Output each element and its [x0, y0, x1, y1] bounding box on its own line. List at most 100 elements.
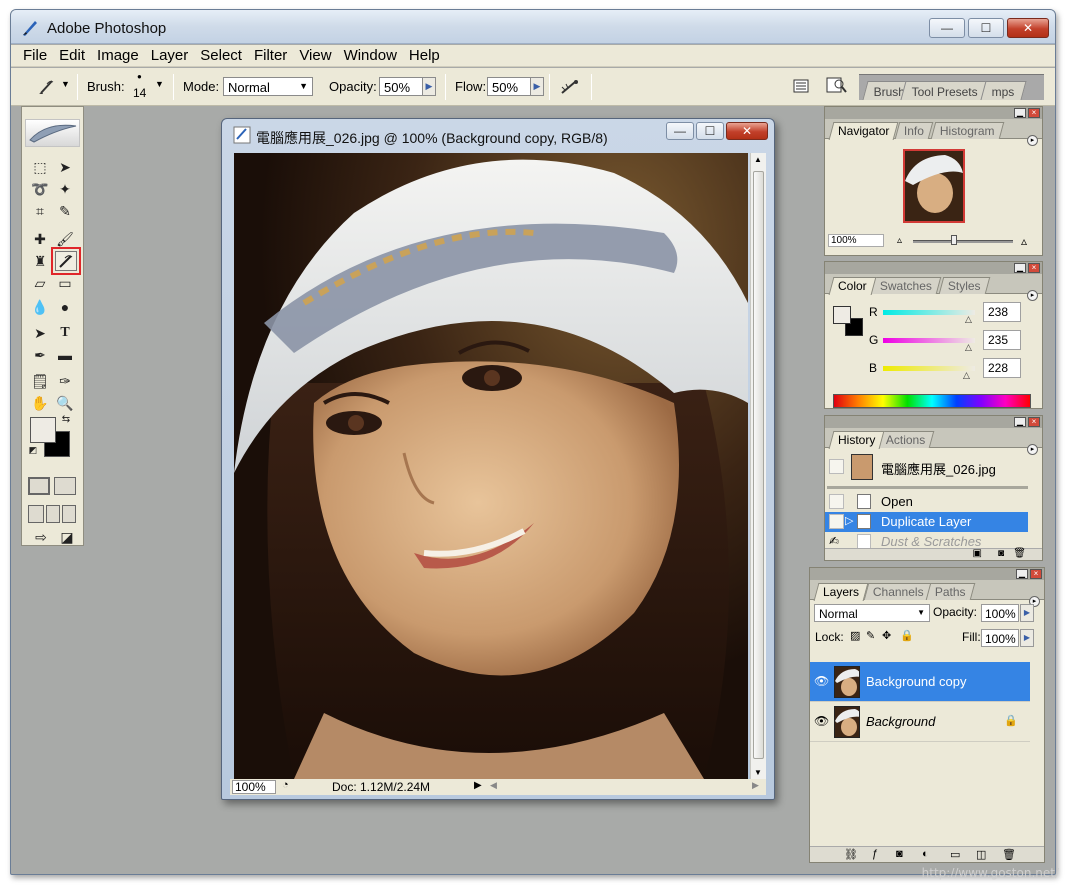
snapshot-source-checkbox[interactable] [829, 459, 844, 474]
slider-handle[interactable] [951, 235, 957, 245]
doc-close-button[interactable]: ✕ [726, 122, 768, 140]
layer-row-background-copy[interactable]: 👁 Background copy [810, 662, 1030, 702]
palette-close-icon[interactable]: × [1028, 108, 1040, 118]
navigator-zoom-slider[interactable] [913, 235, 1013, 245]
swap-colors-icon[interactable]: ⇆ [60, 413, 72, 425]
hscroll-right-arrow-icon[interactable]: ▶ [752, 780, 759, 791]
navigator-zoom-field[interactable]: 100% [828, 234, 884, 247]
vertical-scrollbar[interactable]: ▲ ▼ [750, 153, 766, 779]
new-layer-icon[interactable]: ◫ [976, 848, 986, 861]
tab-color[interactable]: Color [828, 277, 877, 295]
maximize-button[interactable]: ☐ [968, 18, 1004, 38]
close-button[interactable]: ✕ [1007, 18, 1049, 38]
menu-select[interactable]: Select [194, 45, 248, 64]
palette-minimize-icon[interactable]: ▁ [1014, 263, 1026, 273]
zoom-in-icon[interactable]: ▵ [1021, 234, 1027, 248]
zoom-out-icon[interactable]: ▵ [897, 235, 902, 246]
opacity-input[interactable]: 50% [379, 77, 423, 96]
opacity-arrow-icon[interactable]: ▶ [422, 77, 436, 96]
lock-image-icon[interactable]: ✎ [866, 629, 875, 642]
red-slider[interactable] [883, 310, 975, 315]
layer-mask-icon[interactable]: ◙ [896, 848, 903, 860]
palette-close-icon[interactable]: × [1028, 417, 1040, 427]
palette-close-icon[interactable]: × [1030, 569, 1042, 579]
minimize-button[interactable]: — [929, 18, 965, 38]
menu-image[interactable]: Image [91, 45, 145, 64]
foreground-color-swatch[interactable] [30, 417, 56, 443]
red-value-input[interactable]: 238 [983, 302, 1021, 322]
green-value-input[interactable]: 235 [983, 330, 1021, 350]
history-item-open[interactable]: Open [825, 492, 1028, 512]
adjustment-layer-icon[interactable]: ◐ [922, 848, 929, 860]
red-slider-handle-icon[interactable]: △ [965, 314, 972, 325]
scroll-down-arrow-icon[interactable]: ▼ [754, 768, 762, 777]
navigator-thumbnail[interactable] [903, 149, 965, 223]
eye-icon[interactable]: 👁 [814, 714, 829, 728]
color-spectrum-ramp[interactable] [833, 394, 1031, 408]
screen-mode-full-menu-icon[interactable] [46, 505, 60, 523]
menu-view[interactable]: View [293, 45, 337, 64]
flow-arrow-icon[interactable]: ▶ [530, 77, 544, 96]
menu-help[interactable]: Help [403, 45, 446, 64]
palette-minimize-icon[interactable]: ▁ [1014, 417, 1026, 427]
history-item-duplicate-layer[interactable]: ▷ Duplicate Layer [825, 512, 1028, 532]
crop-tool-icon[interactable]: ⌗ [29, 201, 51, 221]
move-tool-icon[interactable]: ➤ [54, 157, 76, 177]
status-menu-arrow-icon[interactable]: ▶ [474, 780, 482, 791]
tab-histogram[interactable]: Histogram [930, 122, 1004, 139]
green-slider-handle-icon[interactable]: △ [965, 342, 972, 353]
layer-opacity-arrow-icon[interactable]: ▶ [1020, 604, 1034, 622]
eye-icon[interactable]: 👁 [814, 674, 829, 688]
palette-menu-icon[interactable]: ▸ [1027, 290, 1038, 301]
menu-filter[interactable]: Filter [248, 45, 293, 64]
blue-slider[interactable] [883, 366, 975, 371]
marquee-tool-icon[interactable]: ⬚ [29, 157, 51, 177]
lock-all-icon[interactable]: 🔒 [900, 629, 914, 642]
scroll-up-arrow-icon[interactable]: ▲ [754, 155, 762, 164]
delete-state-icon[interactable]: 🗑 [1013, 548, 1026, 559]
brush-size[interactable]: 14 [133, 86, 146, 100]
healing-brush-tool-icon[interactable]: ✚ [29, 229, 51, 249]
eyedropper-tool-icon[interactable]: ✑ [54, 371, 76, 391]
menu-layer[interactable]: Layer [145, 45, 195, 64]
doc-maximize-button[interactable]: ☐ [696, 122, 724, 140]
lock-transparency-icon[interactable]: ▨ [850, 629, 860, 642]
slice-tool-icon[interactable]: ✎ [54, 201, 76, 221]
tab-history[interactable]: History [828, 431, 885, 449]
history-source-checkbox[interactable] [829, 514, 844, 529]
menu-edit[interactable]: Edit [53, 45, 91, 64]
lasso-tool-icon[interactable]: ➰ [29, 179, 51, 199]
brush-dropdown-arrow-icon[interactable]: ▼ [155, 79, 164, 89]
new-document-from-state-icon[interactable]: ▣ [973, 548, 982, 559]
lock-position-icon[interactable]: ✥ [882, 629, 891, 642]
menu-file[interactable]: File [11, 45, 53, 64]
path-selection-tool-icon[interactable]: ➤ [29, 323, 51, 343]
magic-wand-tool-icon[interactable]: ✦ [54, 179, 76, 199]
hscroll-left-arrow-icon[interactable]: ◀ [490, 780, 497, 791]
color-fg-swatch[interactable] [833, 306, 851, 324]
history-source-checkbox[interactable] [829, 494, 844, 509]
fill-input[interactable]: 100% [981, 629, 1019, 647]
tab-channels[interactable]: Channels [863, 583, 933, 600]
dodge-tool-icon[interactable]: ● [54, 297, 76, 317]
link-layers-icon[interactable]: ⛓ [844, 848, 858, 861]
history-brush-icon[interactable] [51, 247, 81, 275]
menu-window[interactable]: Window [338, 45, 403, 64]
tab-swatches[interactable]: Swatches [870, 277, 942, 294]
clone-stamp-tool-icon[interactable]: ♜ [29, 251, 51, 271]
tab-styles[interactable]: Styles [938, 277, 990, 294]
tab-paths[interactable]: Paths [925, 583, 975, 600]
eraser-tool-icon[interactable]: ▱ [29, 273, 51, 293]
new-group-icon[interactable]: ▭ [950, 848, 960, 861]
hand-tool-icon[interactable]: ✋ [29, 393, 51, 413]
scrollbar-thumb[interactable] [753, 171, 764, 759]
zoom-level-field[interactable]: 100% [232, 780, 276, 794]
pen-tool-icon[interactable]: ✒ [29, 345, 51, 365]
blue-slider-handle-icon[interactable]: △ [963, 370, 970, 381]
file-browser-icon[interactable] [793, 78, 809, 94]
default-colors-icon[interactable]: ◩ [28, 445, 38, 455]
jump-to-imageready-icon[interactable]: ⇨ [28, 527, 54, 547]
well-tab-tool-presets[interactable]: Tool Presets [900, 81, 990, 100]
screen-mode-full-icon[interactable] [62, 505, 76, 523]
palette-menu-icon[interactable]: ▸ [1027, 135, 1038, 146]
